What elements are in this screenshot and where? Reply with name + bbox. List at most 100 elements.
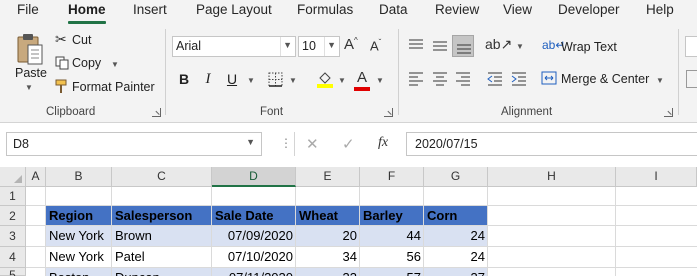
copy-button[interactable]: Copy <box>72 56 101 70</box>
column-header-d[interactable]: D <box>212 167 296 187</box>
tab-file[interactable]: File <box>17 2 39 17</box>
table-cell[interactable]: 24 <box>424 247 488 268</box>
table-cell[interactable]: Patel <box>112 247 212 268</box>
column-header-b[interactable]: B <box>46 167 112 187</box>
column-header-i[interactable]: I <box>616 167 697 187</box>
number-format-combo[interactable] <box>685 36 697 57</box>
font-size-combo[interactable]: 10 ▼ <box>298 36 340 57</box>
borders-dropdown-icon[interactable]: ▼ <box>289 76 297 85</box>
font-size-dropdown-icon[interactable]: ▼ <box>327 40 336 50</box>
font-launcher-icon[interactable] <box>384 108 393 117</box>
cancel-icon[interactable]: ✕ <box>306 135 319 153</box>
tab-insert[interactable]: Insert <box>133 2 167 17</box>
increase-font-size-icon[interactable]: A^ <box>344 36 358 53</box>
table-cell[interactable]: New York <box>46 226 112 247</box>
table-cell[interactable]: 20 <box>296 226 360 247</box>
wrap-text-button[interactable]: Wrap Text <box>561 40 617 54</box>
row-header-3[interactable]: 3 <box>0 226 26 247</box>
fill-color-icon[interactable] <box>316 70 334 91</box>
table-header-sale-date[interactable]: Sale Date <box>212 206 296 227</box>
column-header-c[interactable]: C <box>112 167 212 187</box>
table-header-wheat[interactable]: Wheat <box>296 206 360 227</box>
column-header-h[interactable]: H <box>488 167 616 187</box>
table-header-salesperson[interactable]: Salesperson <box>112 206 212 227</box>
tab-review[interactable]: Review <box>435 2 479 17</box>
decrease-indent-icon[interactable] <box>484 68 506 90</box>
merge-center-dropdown-icon[interactable]: ▼ <box>656 76 664 85</box>
italic-button[interactable]: I <box>197 68 219 90</box>
merge-center-button[interactable]: Merge & Center <box>561 72 649 86</box>
worksheet-grid[interactable]: A B C D E F G H I 1 2 3 4 5 Region Sales… <box>0 167 697 276</box>
table-cell[interactable]: 33 <box>296 268 360 276</box>
decrease-font-size-icon[interactable]: Aˇ <box>370 38 381 53</box>
tab-help[interactable]: Help <box>646 2 674 17</box>
tab-data[interactable]: Data <box>379 2 408 17</box>
formula-input[interactable]: 2020/07/15 <box>406 132 697 156</box>
font-name-combo[interactable]: Arial ▼ <box>172 36 296 57</box>
format-painter-button[interactable]: Format Painter <box>72 80 155 94</box>
formula-bar-divider <box>294 132 295 156</box>
table-cell[interactable]: 57 <box>360 268 424 276</box>
font-name-dropdown-icon[interactable]: ▼ <box>283 40 292 50</box>
currency-format-icon[interactable] <box>686 70 697 88</box>
orientation-dropdown-icon[interactable]: ▼ <box>516 42 524 51</box>
table-cell[interactable]: 24 <box>424 226 488 247</box>
clipboard-launcher-icon[interactable] <box>152 108 161 117</box>
row-header-2[interactable]: 2 <box>0 206 26 226</box>
name-box-value: D8 <box>13 137 29 151</box>
table-cell[interactable]: Brown <box>112 226 212 247</box>
fill-color-dropdown-icon[interactable]: ▼ <box>338 76 346 85</box>
bold-button[interactable]: B <box>173 68 195 90</box>
align-center-icon[interactable] <box>429 68 451 90</box>
table-header-corn[interactable]: Corn <box>424 206 488 227</box>
select-all-corner[interactable] <box>0 167 26 187</box>
column-header-a[interactable]: A <box>26 167 46 187</box>
orientation-icon[interactable]: ab↗ <box>485 36 512 53</box>
table-header-region[interactable]: Region <box>46 206 112 227</box>
table-cell[interactable]: 34 <box>296 247 360 268</box>
table-cell[interactable]: 07/11/2020 <box>212 268 296 276</box>
top-align-icon[interactable] <box>405 35 427 57</box>
bottom-align-icon[interactable] <box>452 35 474 57</box>
row-header-4[interactable]: 4 <box>0 247 26 268</box>
name-box-dropdown-icon[interactable]: ▼ <box>246 137 255 147</box>
row-header-5[interactable]: 5 <box>0 268 26 276</box>
table-cell[interactable]: 37 <box>424 268 488 276</box>
paste-dropdown-icon[interactable]: ▼ <box>25 83 33 92</box>
formula-bar-grip-icon[interactable]: ⋮ <box>280 136 292 150</box>
middle-align-icon[interactable] <box>429 35 451 57</box>
tab-page-layout[interactable]: Page Layout <box>196 2 272 17</box>
font-color-icon[interactable]: A <box>353 69 371 91</box>
table-cell[interactable]: New York <box>46 247 112 268</box>
underline-dropdown-icon[interactable]: ▼ <box>247 76 255 85</box>
paste-icon[interactable] <box>14 32 46 66</box>
insert-function-button[interactable]: fx <box>378 135 388 151</box>
tab-view[interactable]: View <box>503 2 532 17</box>
table-cell[interactable]: 07/09/2020 <box>212 226 296 247</box>
table-cell[interactable]: 44 <box>360 226 424 247</box>
table-cell[interactable]: 56 <box>360 247 424 268</box>
enter-icon[interactable]: ✓ <box>342 135 355 153</box>
name-box[interactable]: D8 ▼ <box>6 132 262 156</box>
column-header-g[interactable]: G <box>424 167 488 187</box>
align-left-icon[interactable] <box>405 68 427 90</box>
copy-dropdown-icon[interactable]: ▼ <box>111 60 119 69</box>
row-header-1[interactable]: 1 <box>0 187 26 206</box>
font-color-dropdown-icon[interactable]: ▼ <box>376 76 384 85</box>
tab-formulas[interactable]: Formulas <box>297 2 353 17</box>
alignment-launcher-icon[interactable] <box>664 108 673 117</box>
align-right-icon[interactable] <box>452 68 474 90</box>
table-cell[interactable]: 07/10/2020 <box>212 247 296 268</box>
tab-home[interactable]: Home <box>68 2 106 17</box>
column-header-f[interactable]: F <box>360 167 424 187</box>
column-header-e[interactable]: E <box>296 167 360 187</box>
paste-button[interactable]: Paste <box>15 66 47 80</box>
borders-icon[interactable] <box>268 72 283 90</box>
increase-indent-icon[interactable] <box>508 68 530 90</box>
tab-developer[interactable]: Developer <box>558 2 620 17</box>
table-cell[interactable]: Duncan <box>112 268 212 276</box>
table-cell[interactable]: Boston <box>46 268 112 276</box>
cut-button[interactable]: Cut <box>72 33 91 47</box>
underline-button[interactable]: U <box>221 68 243 90</box>
table-header-barley[interactable]: Barley <box>360 206 424 227</box>
